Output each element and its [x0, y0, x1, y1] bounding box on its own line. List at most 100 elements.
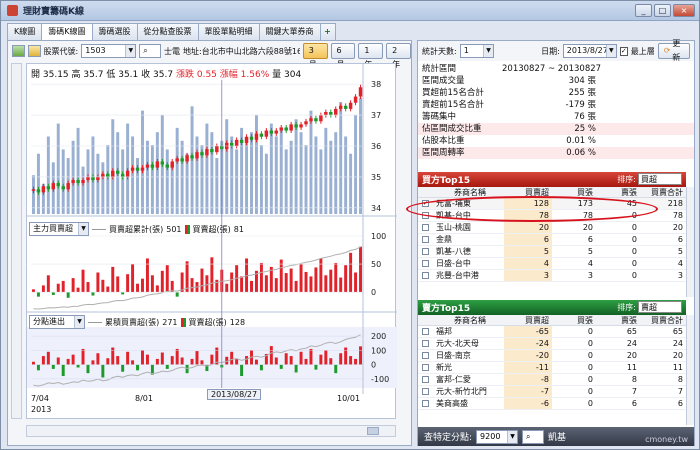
refresh-button[interactable]: ⟳ 更新 [657, 39, 690, 62]
maximize-button[interactable]: □ [654, 4, 671, 17]
stat-key: 籌碼集中 [422, 112, 457, 122]
row-checkbox[interactable] [422, 400, 429, 407]
broker-name: 新光 [436, 363, 452, 372]
row-checkbox-cell[interactable] [418, 338, 434, 349]
tab-branch-query[interactable]: 從分點查股票 [136, 23, 199, 40]
indicator-combo-2[interactable]: 分點進出 ▼ [29, 315, 85, 329]
range-3m-button[interactable]: 3月 [302, 43, 328, 69]
row-checkbox-cell[interactable] [418, 326, 434, 337]
tab-single-detail[interactable]: 單股單點明細 [197, 23, 260, 40]
chip-bar [319, 258, 323, 293]
tab-key-broker[interactable]: 關鍵大單券商 [258, 23, 321, 40]
check-col [418, 315, 434, 325]
col-total[interactable]: 買賣合計 [640, 187, 686, 197]
buy-sort-combo[interactable]: 買超 [638, 173, 682, 185]
stock-code-combo[interactable]: 1503 ▼ [81, 44, 137, 58]
row-checkbox-cell[interactable] [418, 386, 434, 397]
col-sell[interactable]: 賣張 [596, 187, 640, 197]
days-value: 1 [463, 46, 469, 55]
sell-table-row[interactable]: 日盛-南京 -20 0 20 20 [418, 350, 686, 362]
total-value: 7 [677, 387, 683, 396]
branch-bar [190, 358, 194, 365]
indicator-combo-1[interactable]: 主力買賣超 ▼ [29, 222, 89, 236]
buy-table-row[interactable]: 凱基-八德 5 5 0 5 [418, 246, 686, 258]
row-checkbox[interactable] [422, 388, 429, 395]
row-checkbox[interactable] [422, 340, 429, 347]
branch-code-combo[interactable]: 9200 ▼ [476, 429, 519, 444]
row-checkbox[interactable] [422, 236, 429, 243]
days-combo[interactable]: 1 ▼ [459, 44, 494, 58]
col-net[interactable]: 買賣超 [504, 315, 552, 325]
sell-table-row[interactable]: 美商高盛 -6 0 6 6 [418, 398, 686, 410]
chart-svg: 34 35 36 37 38 0 50 100 -100 0 100 200 [27, 64, 397, 394]
buy-table-row[interactable]: 玉山-桃園 20 20 0 20 [418, 222, 686, 234]
col-total[interactable]: 買賣合計 [640, 315, 686, 325]
broker-name: 玉山-桃園 [436, 223, 471, 232]
horizontal-scrollbar[interactable] [26, 425, 396, 437]
branch-code-value: 9200 [480, 431, 501, 441]
candle-body [244, 136, 249, 143]
folder-icon[interactable] [27, 45, 41, 57]
col-sell[interactable]: 賣張 [596, 315, 640, 325]
volume-bar [344, 136, 348, 214]
branch-bar [116, 356, 120, 365]
row-checkbox-cell[interactable] [418, 374, 434, 385]
tab-chip-screen[interactable]: 籌碼選股 [91, 23, 138, 40]
date-picker[interactable]: 2013/8/27 ▼ [562, 44, 617, 58]
search-button[interactable]: ⌕ [139, 44, 162, 58]
quote-line: 開 35.15 高 35.7 低 35.1 收 35.7 漲跌 0.55 漲幅 … [31, 67, 302, 80]
minimize-button[interactable]: _ [635, 4, 652, 17]
tab-chip-kline[interactable]: 籌碼K線圖 [41, 23, 93, 41]
broker-name: 凱基-八德 [436, 247, 471, 256]
candle-body [294, 124, 298, 128]
grid-icon[interactable] [12, 45, 25, 57]
top-layer-checkbox[interactable]: ✓ [619, 46, 628, 56]
row-checkbox-cell[interactable] [418, 258, 434, 269]
row-checkbox-cell[interactable] [418, 270, 434, 281]
branch-bar [294, 364, 298, 373]
buy-table-row[interactable]: 金鼎 6 6 0 6 [418, 234, 686, 246]
row-checkbox[interactable] [422, 248, 429, 255]
row-checkbox-cell[interactable] [418, 350, 434, 361]
sell-sort-combo[interactable]: 賣超 [638, 301, 682, 313]
chip-bar [304, 271, 308, 293]
candle-body [36, 189, 41, 193]
close-button[interactable]: × [673, 4, 695, 17]
row-checkbox[interactable] [422, 260, 429, 267]
net-value: -8 [504, 374, 552, 385]
row-checkbox-cell[interactable] [418, 222, 434, 233]
row-checkbox[interactable] [422, 364, 429, 371]
col-broker[interactable]: 券商名稱 [434, 187, 504, 197]
sell-table-row[interactable]: 富邦-仁愛 -8 0 8 8 [418, 374, 686, 386]
add-tab-button[interactable]: + [319, 23, 336, 40]
net-value: -11 [504, 362, 552, 373]
buy-scrollbar[interactable] [686, 187, 694, 297]
row-checkbox-cell[interactable] [418, 362, 434, 373]
tab-kline[interactable]: K線圖 [7, 23, 43, 40]
buy-table-row[interactable]: 兆豐-台中港 3 3 0 3 [418, 270, 686, 282]
vertical-scrollbar[interactable] [11, 63, 22, 419]
sell-table-row[interactable]: 福邦 -65 0 65 65 [418, 326, 686, 338]
y-tick-label: -100 [371, 375, 389, 384]
range-6m-button[interactable]: 6月 [330, 43, 356, 69]
row-checkbox[interactable] [422, 328, 429, 335]
sell-scrollbar[interactable] [686, 315, 694, 425]
sell-table-row[interactable]: 元大-北天母 -24 0 24 24 [418, 338, 686, 350]
row-checkbox[interactable] [422, 272, 429, 279]
row-checkbox-cell[interactable] [418, 398, 434, 409]
row-checkbox-cell[interactable] [418, 246, 434, 257]
sell-table-row[interactable]: 新光 -11 0 11 11 [418, 362, 686, 374]
range-2y-button[interactable]: 2年 [386, 43, 411, 69]
sell-table-row[interactable]: 元大-新竹北門 -7 0 7 7 [418, 386, 686, 398]
row-checkbox[interactable] [422, 224, 429, 231]
buy-table-row[interactable]: 日盛-台中 4 4 0 4 [418, 258, 686, 270]
range-1y-button[interactable]: 1年 [358, 43, 384, 69]
scroll-thumb[interactable] [367, 427, 379, 435]
broker-name: 日盛-台中 [436, 259, 471, 268]
row-checkbox[interactable] [422, 352, 429, 359]
branch-search-button[interactable]: ⌕ [522, 429, 545, 444]
row-checkbox-cell[interactable] [418, 234, 434, 245]
col-broker[interactable]: 券商名稱 [434, 315, 504, 325]
row-checkbox[interactable] [422, 376, 429, 383]
col-buy[interactable]: 買張 [552, 315, 596, 325]
